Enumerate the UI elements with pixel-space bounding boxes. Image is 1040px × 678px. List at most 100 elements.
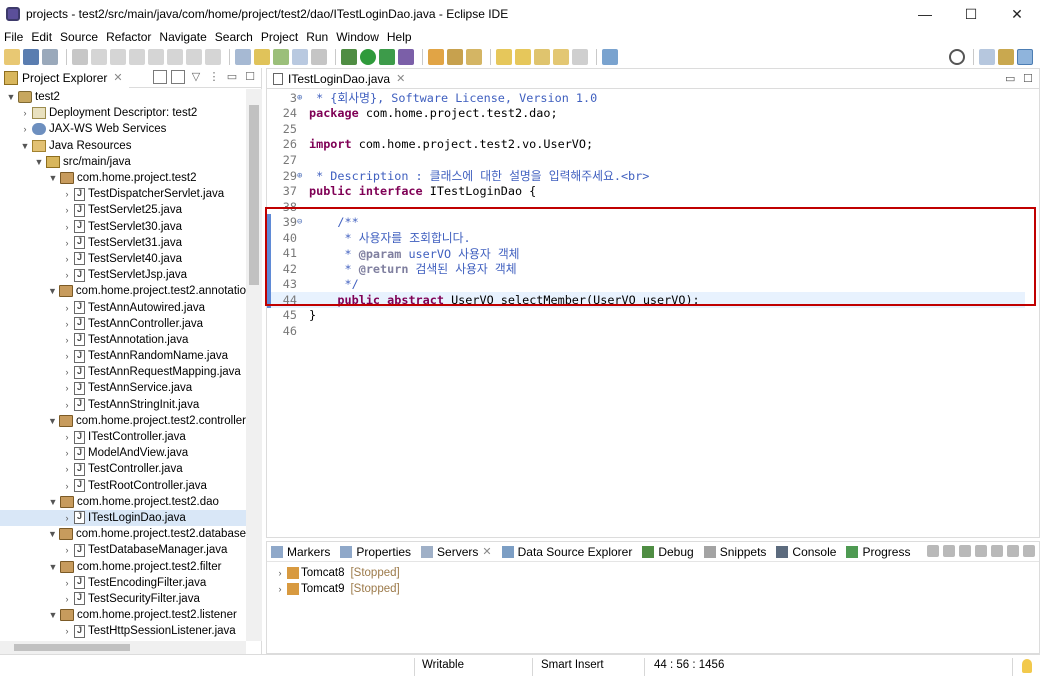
code-line[interactable]: 37 public interface ITestLoginDao { bbox=[267, 183, 1027, 199]
expand-arrow-icon[interactable]: › bbox=[20, 124, 30, 134]
tree-item[interactable]: ▼ src/main/java bbox=[0, 154, 246, 170]
server-row[interactable]: › Tomcat9 [Stopped] bbox=[267, 581, 1039, 597]
new-class-icon[interactable] bbox=[466, 49, 482, 65]
step-into-icon[interactable] bbox=[167, 49, 183, 65]
collapse-arrow-icon[interactable]: ▼ bbox=[48, 497, 58, 507]
tree-item[interactable]: › TestAnnStringInit.java bbox=[0, 397, 246, 413]
tree-item[interactable]: ▼ com.home.project.test2.annotation bbox=[0, 283, 246, 299]
collapse-icon[interactable] bbox=[927, 545, 939, 557]
expand-arrow-icon[interactable]: › bbox=[62, 545, 72, 555]
expand-arrow-icon[interactable]: › bbox=[62, 594, 72, 604]
tree-item[interactable]: ▼ Java Resources bbox=[0, 138, 246, 154]
scrollbar-thumb[interactable] bbox=[14, 644, 130, 651]
tree-item[interactable]: › Deployment Descriptor: test2 bbox=[0, 105, 246, 121]
save-all-icon[interactable] bbox=[42, 49, 58, 65]
server-row[interactable]: › Tomcat8 [Stopped] bbox=[267, 565, 1039, 581]
next-annotation-icon[interactable] bbox=[496, 49, 512, 65]
close-icon[interactable]: ✕ bbox=[482, 545, 491, 558]
tab-servers[interactable]: Servers ✕ bbox=[421, 545, 492, 559]
maximize-view-icon[interactable]: ☐ bbox=[1023, 73, 1035, 85]
tree-item[interactable]: › TestServlet30.java bbox=[0, 219, 246, 235]
step-over-icon[interactable] bbox=[186, 49, 202, 65]
tree-item[interactable]: ▼ com.home.project.test2.filter bbox=[0, 558, 246, 574]
tab-project-explorer[interactable]: Project Explorer ✕ bbox=[0, 67, 129, 88]
filter-icon[interactable]: ▽ bbox=[189, 70, 203, 84]
expand-arrow-icon[interactable]: › bbox=[62, 432, 72, 442]
expand-arrow-icon[interactable]: › bbox=[62, 448, 72, 458]
back-icon[interactable] bbox=[553, 49, 569, 65]
tree-item[interactable]: › ITestController.java bbox=[0, 429, 246, 445]
external-tools-icon[interactable] bbox=[398, 49, 414, 65]
tab-debug[interactable]: Debug bbox=[642, 545, 694, 559]
tree-item[interactable]: › TestAnnService.java bbox=[0, 380, 246, 396]
close-icon[interactable]: ✕ bbox=[396, 72, 405, 85]
resume-icon[interactable] bbox=[91, 49, 107, 65]
coverage-icon[interactable] bbox=[379, 49, 395, 65]
show-whitespace-icon[interactable] bbox=[311, 49, 327, 65]
menu-refactor[interactable]: Refactor bbox=[102, 30, 155, 44]
maximize-button[interactable]: ☐ bbox=[948, 0, 994, 28]
tab-console[interactable]: Console bbox=[776, 545, 836, 559]
tree-vertical-scrollbar[interactable] bbox=[246, 89, 262, 641]
tab-properties[interactable]: Properties bbox=[340, 545, 411, 559]
expand-arrow-icon[interactable]: › bbox=[62, 205, 72, 215]
expand-arrow-icon[interactable]: › bbox=[62, 513, 72, 523]
open-type-icon[interactable] bbox=[254, 49, 270, 65]
expand-arrow-icon[interactable]: › bbox=[62, 254, 72, 264]
debug-perspective-icon[interactable] bbox=[1017, 49, 1033, 65]
fold-icon[interactable]: ⊕ bbox=[297, 93, 305, 103]
step-return-icon[interactable] bbox=[205, 49, 221, 65]
stop-server-icon[interactable] bbox=[991, 545, 1003, 557]
tree-item[interactable]: ▼ com.home.project.test2 bbox=[0, 170, 246, 186]
expand-arrow-icon[interactable]: › bbox=[62, 351, 72, 361]
suspend-icon[interactable] bbox=[110, 49, 126, 65]
skip-breakpoints-icon[interactable] bbox=[72, 49, 88, 65]
tree-item[interactable]: ▼ com.home.project.test2.controller bbox=[0, 413, 246, 429]
expand-arrow-icon[interactable]: › bbox=[62, 626, 72, 636]
view-menu-icon[interactable]: ⋮ bbox=[207, 70, 221, 84]
tree-item[interactable]: ▼ com.home.project.test2.listener bbox=[0, 607, 246, 623]
fold-icon[interactable]: ⊕ bbox=[297, 171, 305, 181]
start-server-debug-icon[interactable] bbox=[943, 545, 955, 557]
tree-item[interactable]: › TestDatabaseManager.java bbox=[0, 542, 246, 558]
lightbulb-icon[interactable] bbox=[1022, 659, 1032, 673]
save-icon[interactable] bbox=[23, 49, 39, 65]
tree-item[interactable]: › TestServlet40.java bbox=[0, 251, 246, 267]
editor-tab-itestlogindao[interactable]: ITestLoginDao.java ✕ bbox=[267, 69, 411, 89]
collapse-arrow-icon[interactable]: ▼ bbox=[48, 562, 58, 572]
collapse-arrow-icon[interactable]: ▼ bbox=[48, 610, 58, 620]
tree-item[interactable]: › TestAnnAutowired.java bbox=[0, 299, 246, 315]
expand-arrow-icon[interactable]: › bbox=[62, 319, 72, 329]
code-line[interactable]: 26 import com.home.project.test2.vo.UserV… bbox=[267, 137, 1027, 153]
expand-arrow-icon[interactable]: › bbox=[62, 367, 72, 377]
collapse-arrow-icon[interactable]: ▼ bbox=[48, 286, 57, 296]
tree-item[interactable]: › TestEncodingFilter.java bbox=[0, 575, 246, 591]
expand-arrow-icon[interactable]: › bbox=[62, 578, 72, 588]
tree-item[interactable]: › TestRootController.java bbox=[0, 478, 246, 494]
code-line[interactable]: 29 ⊕ * Description : 클래스에 대한 설명을 입력해주세요.<… bbox=[267, 168, 1027, 184]
debug-icon[interactable] bbox=[341, 49, 357, 65]
tree-item[interactable]: › TestAnnotation.java bbox=[0, 332, 246, 348]
menu-edit[interactable]: Edit bbox=[27, 30, 56, 44]
code-line[interactable]: 25 bbox=[267, 121, 1027, 137]
scrollbar-thumb[interactable] bbox=[249, 105, 259, 285]
collapse-arrow-icon[interactable]: ▼ bbox=[48, 173, 58, 183]
pin-editor-icon[interactable] bbox=[602, 49, 618, 65]
search-icon[interactable] bbox=[949, 49, 965, 65]
collapse-arrow-icon[interactable]: ▼ bbox=[48, 416, 57, 426]
previous-annotation-icon[interactable] bbox=[515, 49, 531, 65]
tree-item[interactable]: › TestController.java bbox=[0, 461, 246, 477]
expand-arrow-icon[interactable]: › bbox=[62, 481, 72, 491]
maximize-view-icon[interactable]: ☐ bbox=[243, 70, 257, 84]
tree-item[interactable]: ▼ com.home.project.test2.database bbox=[0, 526, 246, 542]
menu-navigate[interactable]: Navigate bbox=[155, 30, 210, 44]
tree-item[interactable]: › TestHttpSessionListener.java bbox=[0, 623, 246, 639]
close-icon[interactable]: ✕ bbox=[113, 71, 122, 84]
tree-horizontal-scrollbar[interactable] bbox=[0, 641, 246, 654]
menu-source[interactable]: Source bbox=[56, 30, 102, 44]
expand-arrow-icon[interactable]: › bbox=[62, 238, 72, 248]
tree-item[interactable]: › JAX-WS Web Services bbox=[0, 121, 246, 137]
new-package-icon[interactable] bbox=[447, 49, 463, 65]
tab-snippets[interactable]: Snippets bbox=[703, 545, 766, 559]
expand-icon[interactable]: › bbox=[275, 568, 285, 578]
